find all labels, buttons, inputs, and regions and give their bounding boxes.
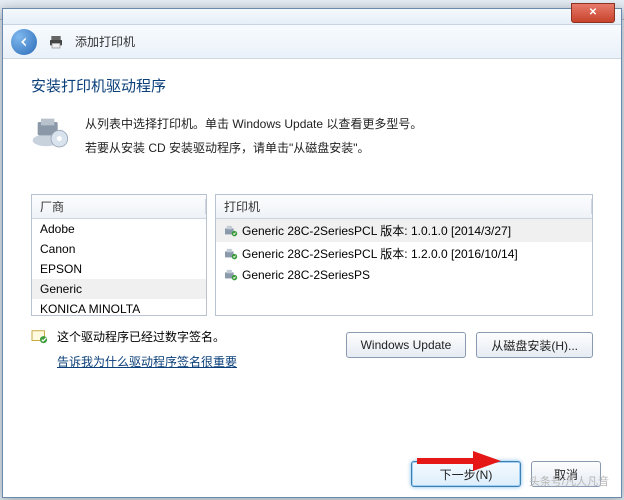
signature-text: 这个驱动程序已经过数字签名。 bbox=[57, 328, 225, 345]
signature-info-link[interactable]: 告诉我为什么驱动程序签名很重要 bbox=[57, 355, 237, 369]
arrow-left-icon bbox=[17, 35, 31, 49]
instruction-text: 从列表中选择打印机。单击 Windows Update 以查看更多型号。 若要从… bbox=[85, 112, 422, 160]
printer-item[interactable]: Generic 28C-2SeriesPCL 版本: 1.0.1.0 [2014… bbox=[216, 219, 592, 242]
printer-icon bbox=[47, 34, 65, 50]
driver-icon bbox=[224, 248, 238, 260]
printer-disc-icon bbox=[31, 114, 71, 150]
printers-header[interactable]: 打印机 bbox=[216, 195, 592, 219]
instruction-line-1: 从列表中选择打印机。单击 Windows Update 以查看更多型号。 bbox=[85, 112, 422, 136]
printers-listbox[interactable]: 打印机 Generic 28C-2SeriesPCL 版本: 1.0.1.0 [… bbox=[215, 194, 593, 316]
cancel-button[interactable]: 取消 bbox=[531, 461, 601, 487]
manufacturer-item[interactable]: Adobe bbox=[32, 219, 206, 239]
dialog-content: 安装打印机驱动程序 从列表中选择打印机。单击 Windows Update 以查… bbox=[3, 59, 621, 394]
dialog-titlebar: ✕ bbox=[3, 9, 621, 25]
manufacturer-item[interactable]: Generic bbox=[32, 279, 206, 299]
manufacturer-item[interactable]: KONICA MINOLTA bbox=[32, 299, 206, 316]
dialog-header: 添加打印机 bbox=[3, 25, 621, 59]
header-title: 添加打印机 bbox=[75, 33, 135, 50]
page-heading: 安装打印机驱动程序 bbox=[31, 75, 593, 96]
instruction-line-2: 若要从安装 CD 安装驱动程序，请单击"从磁盘安装"。 bbox=[85, 136, 422, 160]
manufacturer-listbox[interactable]: 厂商 AdobeCanonEPSONGenericKONICA MINOLTA bbox=[31, 194, 207, 316]
list-panels: 厂商 AdobeCanonEPSONGenericKONICA MINOLTA … bbox=[31, 194, 593, 316]
certificate-icon bbox=[31, 329, 49, 345]
manufacturer-item[interactable]: EPSON bbox=[32, 259, 206, 279]
printer-item[interactable]: Generic 28C-2SeriesPCL 版本: 1.2.0.0 [2016… bbox=[216, 242, 592, 265]
dialog-footer: 下一步(N) 取消 bbox=[411, 461, 601, 487]
manufacturer-item[interactable]: Canon bbox=[32, 239, 206, 259]
next-button[interactable]: 下一步(N) bbox=[411, 461, 521, 487]
driver-icon bbox=[224, 225, 238, 237]
driver-icon bbox=[224, 269, 238, 281]
install-from-disk-button[interactable]: 从磁盘安装(H)... bbox=[476, 332, 593, 358]
back-button[interactable] bbox=[11, 29, 37, 55]
printer-item[interactable]: Generic 28C-2SeriesPS bbox=[216, 265, 592, 285]
close-button[interactable]: ✕ bbox=[571, 3, 615, 23]
windows-update-button[interactable]: Windows Update bbox=[346, 332, 467, 358]
instruction-row: 从列表中选择打印机。单击 Windows Update 以查看更多型号。 若要从… bbox=[31, 112, 593, 160]
add-printer-dialog: ✕ 添加打印机 安装打印机驱动程序 从列表中选择打印机。单击 Windows U… bbox=[2, 8, 622, 498]
manufacturer-header[interactable]: 厂商 bbox=[32, 195, 206, 219]
